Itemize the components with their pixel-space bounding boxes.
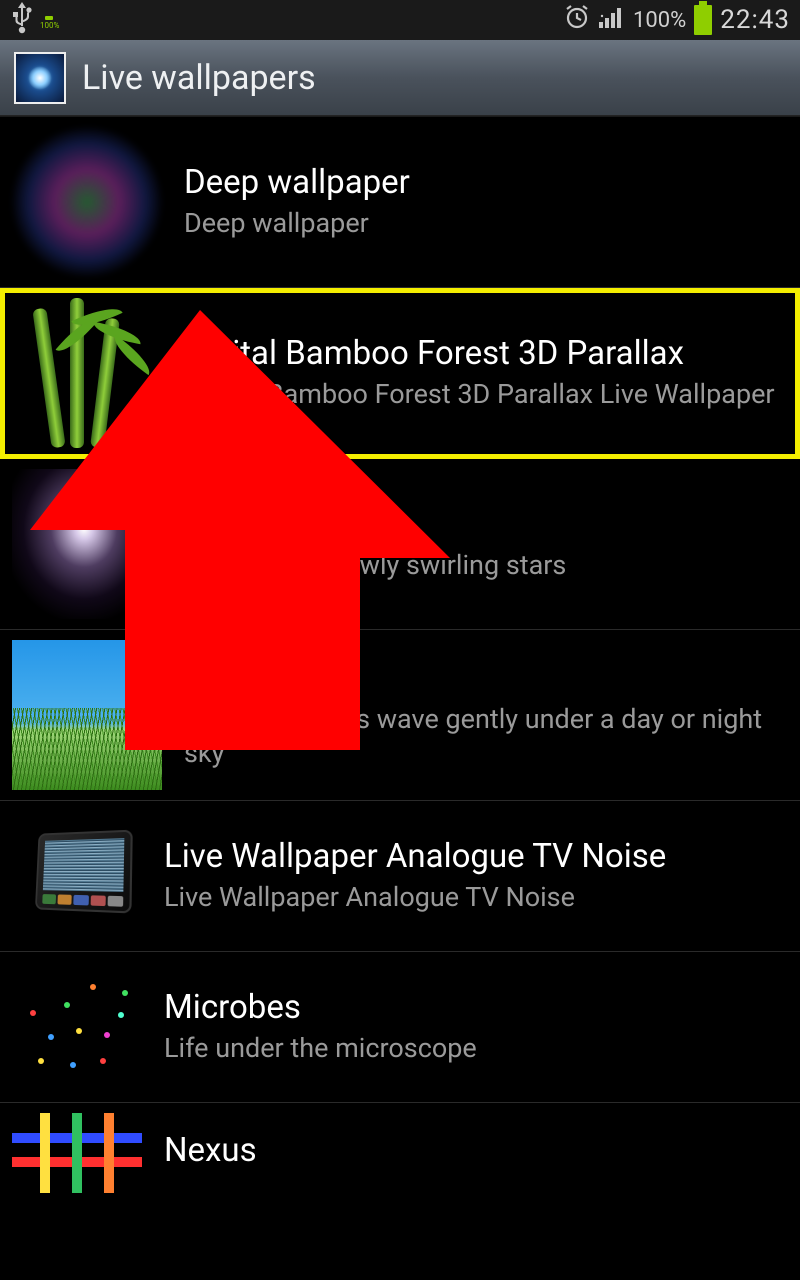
list-item[interactable]: Nexus: [0, 1103, 800, 1203]
list-item-text: Galaxy A galaxy of slowly swirling stars: [184, 505, 788, 582]
thumbnail-microbes-icon: [12, 962, 142, 1092]
thumbnail-grass-icon: [12, 640, 162, 790]
list-item[interactable]: Live Wallpaper Analogue TV Noise Live Wa…: [0, 801, 800, 952]
list-item-subtitle: Digital Bamboo Forest 3D Parallax Live W…: [184, 378, 778, 412]
list-item-text: Nexus: [164, 1131, 788, 1175]
thumbnail-nexus-icon: [12, 1113, 142, 1193]
list-item-text: Microbes Life under the microscope: [164, 988, 788, 1065]
list-item[interactable]: Grass Blades of grass wave gently under …: [0, 630, 800, 801]
wallpaper-list[interactable]: Deep wallpaper Deep wallpaper Digital Ba…: [0, 116, 800, 1203]
battery-icon: [694, 5, 712, 35]
battery-small-label: 100%: [40, 21, 59, 30]
thumbnail-galaxy-icon: [12, 469, 162, 619]
list-item-title: Nexus: [164, 1131, 778, 1171]
list-item-subtitle: Blades of grass wave gently under a day …: [184, 703, 778, 771]
status-left: 100%: [10, 0, 40, 40]
list-item[interactable]: Digital Bamboo Forest 3D Parallax Digita…: [0, 288, 800, 459]
thumbnail-tvnoise-icon: [12, 811, 142, 941]
list-item[interactable]: Deep wallpaper Deep wallpaper: [0, 116, 800, 288]
list-item-title: Live Wallpaper Analogue TV Noise: [164, 837, 778, 877]
status-right: 100% 22:43: [563, 4, 790, 36]
list-item-subtitle: Live Wallpaper Analogue TV Noise: [164, 881, 778, 915]
page-title: Live wallpapers: [82, 58, 316, 98]
status-clock: 22:43: [720, 5, 790, 35]
list-item-title: Microbes: [164, 988, 778, 1028]
alarm-icon: [563, 4, 591, 36]
list-item-title: Galaxy: [184, 505, 778, 545]
list-item[interactable]: Microbes Life under the microscope: [0, 952, 800, 1103]
list-item-title: Digital Bamboo Forest 3D Parallax: [184, 334, 778, 374]
signal-icon: [599, 6, 625, 34]
thumbnail-bamboo-icon: [12, 298, 162, 448]
thumbnail-deep-icon: [12, 127, 162, 277]
action-bar: Live wallpapers: [0, 40, 800, 116]
battery-percentage: 100%: [633, 8, 686, 33]
list-item-subtitle: Life under the microscope: [164, 1032, 778, 1066]
usb-icon: [10, 0, 34, 40]
list-item-text: Deep wallpaper Deep wallpaper: [184, 163, 788, 240]
list-item-text: Grass Blades of grass wave gently under …: [184, 659, 788, 770]
list-item-subtitle: Deep wallpaper: [184, 207, 778, 241]
list-item-text: Digital Bamboo Forest 3D Parallax Digita…: [184, 334, 788, 411]
list-item-subtitle: A galaxy of slowly swirling stars: [184, 549, 778, 583]
list-item-title: Deep wallpaper: [184, 163, 778, 203]
list-item-title: Grass: [184, 659, 778, 699]
list-item-text: Live Wallpaper Analogue TV Noise Live Wa…: [164, 837, 788, 914]
app-icon: [14, 52, 66, 104]
status-bar: 100%: [0, 0, 800, 40]
list-item[interactable]: Galaxy A galaxy of slowly swirling stars: [0, 459, 800, 630]
